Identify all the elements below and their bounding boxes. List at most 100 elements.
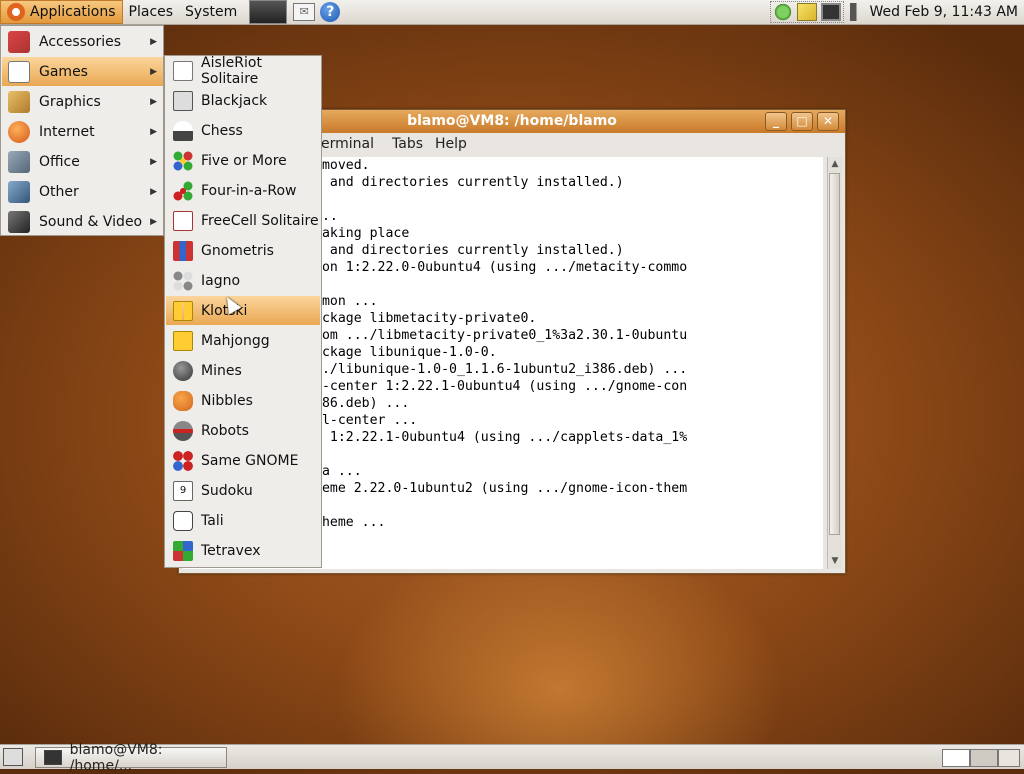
scroll-down-arrow-icon[interactable]: ▼: [828, 554, 842, 568]
tetravex-icon: [173, 540, 193, 561]
menu-item-games[interactable]: Games ▶: [2, 57, 163, 86]
menu-item-accessories[interactable]: Accessories ▶: [2, 27, 163, 56]
terminal-scrollbar[interactable]: ▲ ▼: [827, 157, 842, 569]
taskbar-window-button[interactable]: blamo@VM8: /home/...: [35, 742, 227, 774]
game-item-klotski[interactable]: Klotski: [166, 296, 320, 325]
other-icon: [8, 180, 30, 203]
sound-video-icon: [8, 210, 30, 233]
game-label: Same GNOME: [201, 452, 299, 469]
game-label: Nibbles: [201, 392, 253, 409]
game-item-same-gnome[interactable]: Same GNOME: [166, 446, 320, 475]
game-item-nibbles[interactable]: Nibbles: [166, 386, 320, 415]
robots-icon: [173, 420, 193, 441]
game-label: Five or More: [201, 152, 287, 169]
game-label: Blackjack: [201, 92, 268, 109]
game-label: Tetravex: [201, 542, 261, 559]
system-label: System: [185, 4, 238, 20]
game-item-chess[interactable]: Chess: [166, 116, 320, 145]
clock[interactable]: Wed Feb 9, 11:43 AM: [868, 4, 1024, 20]
game-item-iagno[interactable]: Iagno: [166, 266, 320, 295]
games-icon: [8, 60, 30, 83]
terminal-icon: [44, 750, 62, 765]
menu-item-internet[interactable]: Internet ▶: [2, 117, 163, 146]
display-icon[interactable]: [820, 3, 841, 21]
system-menu-button[interactable]: System: [179, 0, 243, 24]
game-label: Sudoku: [201, 482, 253, 499]
tali-dice-icon: [173, 510, 193, 531]
workspace-2[interactable]: [970, 749, 998, 767]
accessories-icon: [8, 30, 30, 53]
game-label: Robots: [201, 422, 249, 439]
notification-area: [769, 1, 844, 23]
menu-item-label: Office: [39, 153, 80, 170]
applications-menu-button[interactable]: Applications: [0, 0, 123, 24]
menu-item-label: Graphics: [39, 93, 101, 110]
workspace-1[interactable]: [942, 749, 970, 767]
game-item-five-or-more[interactable]: Five or More: [166, 146, 320, 175]
places-menu-button[interactable]: Places: [123, 0, 180, 24]
menu-item-graphics[interactable]: Graphics ▶: [2, 87, 163, 116]
menu-item-office[interactable]: Office ▶: [2, 147, 163, 176]
internet-icon: [8, 120, 30, 143]
freecell-icon: [173, 210, 193, 231]
sudoku-icon: 9: [173, 480, 193, 501]
bottom-panel: blamo@VM8: /home/...: [0, 742, 1024, 774]
terminal-launcher-icon[interactable]: [249, 0, 288, 24]
trash-icon[interactable]: [998, 749, 1020, 767]
game-item-mines[interactable]: Mines: [166, 356, 320, 385]
game-item-robots[interactable]: Robots: [166, 416, 320, 445]
places-label: Places: [128, 4, 174, 20]
menu-item-other[interactable]: Other ▶: [2, 177, 163, 206]
blackjack-icon: [173, 90, 193, 111]
game-label: AisleRiot Solitaire: [201, 54, 262, 87]
klotski-icon: [173, 300, 193, 321]
game-item-sudoku[interactable]: 9 Sudoku: [166, 476, 320, 505]
system-tray: Wed Feb 9, 11:43 AM: [769, 0, 1024, 24]
iagno-icon: [173, 270, 193, 291]
game-label: Mines: [201, 362, 242, 379]
menu-help[interactable]: Help: [429, 136, 473, 152]
help-icon[interactable]: ?: [320, 2, 341, 22]
game-label: Iagno: [201, 272, 241, 289]
menu-item-label: Internet: [39, 123, 95, 140]
cards-icon: [173, 60, 193, 81]
game-item-aisleriot[interactable]: AisleRiot Solitaire: [166, 54, 320, 87]
volume-icon[interactable]: [849, 3, 866, 21]
scrollbar-thumb[interactable]: [829, 173, 840, 535]
scroll-up-arrow-icon[interactable]: ▲: [828, 157, 842, 171]
games-submenu: AisleRiot Solitaire Blackjack Chess Five…: [164, 55, 322, 568]
maximize-button[interactable]: □: [791, 112, 813, 131]
game-label: Chess: [201, 122, 243, 139]
submenu-arrow-icon: ▶: [150, 36, 157, 47]
close-button[interactable]: ✕: [817, 112, 839, 131]
menu-item-label: Sound & Video: [39, 213, 143, 230]
nibbles-icon: [173, 390, 193, 411]
game-item-tetravex[interactable]: Tetravex: [166, 536, 320, 565]
game-label: FreeCell Solitaire: [201, 212, 319, 229]
four-in-a-row-icon: [173, 180, 193, 201]
game-item-tali[interactable]: Tali: [166, 506, 320, 535]
game-item-gnometris[interactable]: Gnometris: [166, 236, 320, 265]
submenu-arrow-icon: ▶: [150, 216, 157, 227]
chess-icon: [173, 120, 193, 141]
game-item-blackjack[interactable]: Blackjack: [166, 86, 320, 115]
notes-icon[interactable]: [796, 3, 817, 21]
menu-terminal[interactable]: erminal: [321, 136, 380, 152]
game-label: Tali: [201, 512, 224, 529]
game-item-mahjongg[interactable]: Mahjongg: [166, 326, 320, 355]
menu-tabs[interactable]: Tabs: [386, 136, 429, 152]
submenu-arrow-icon: ▶: [150, 96, 157, 107]
gnometris-icon: [173, 240, 193, 261]
menu-item-sound-video[interactable]: Sound & Video ▶: [2, 207, 163, 236]
game-label: Mahjongg: [201, 332, 270, 349]
ubuntu-logo-icon: [7, 3, 25, 21]
network-status-icon[interactable]: [772, 3, 793, 21]
mail-launcher-icon[interactable]: ✉: [293, 3, 316, 21]
applications-label: Applications: [30, 4, 116, 20]
game-item-four-in-a-row[interactable]: Four-in-a-Row: [166, 176, 320, 205]
game-label: Gnometris: [201, 242, 274, 259]
show-desktop-icon[interactable]: [3, 748, 23, 766]
menu-item-label: Games: [39, 63, 88, 80]
minimize-button[interactable]: _: [765, 112, 787, 131]
game-item-freecell[interactable]: FreeCell Solitaire: [166, 206, 320, 235]
